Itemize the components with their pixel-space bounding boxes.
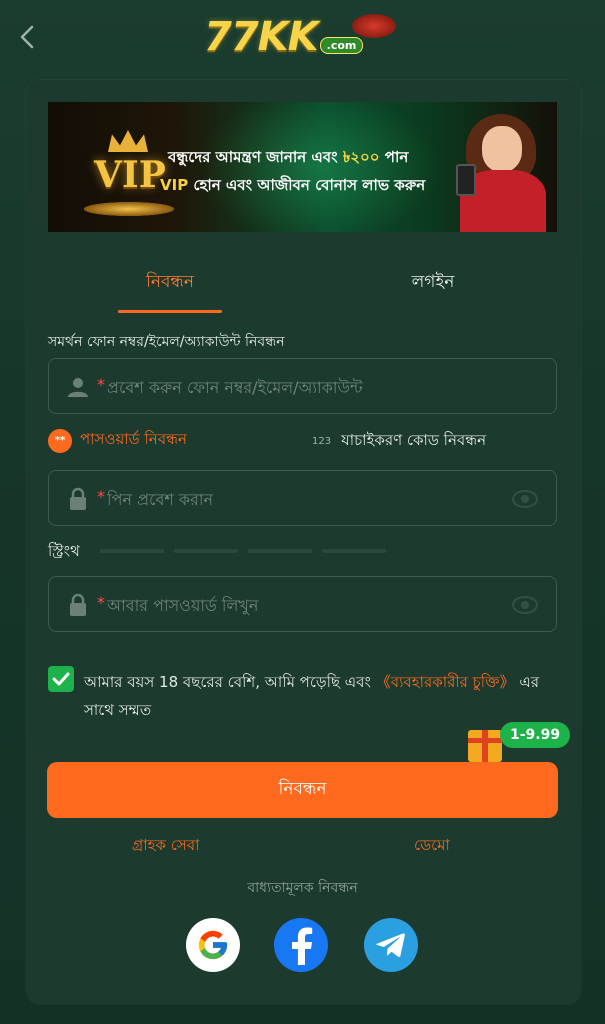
gift-promo[interactable]: 1-9.99 bbox=[468, 722, 571, 766]
banner-line-1: বন্ধুদের আমন্ত্রণ জানান এবং ৳২০০ পান bbox=[168, 146, 408, 171]
banner-line-1-suffix: পান bbox=[379, 148, 409, 166]
customer-service-link[interactable]: গ্রাহক সেবা bbox=[132, 834, 199, 859]
strength-bar bbox=[174, 549, 238, 553]
agreement-text: আমার বয়স 18 বছরের বেশি, আমি পড়েছি এবং … bbox=[84, 668, 554, 724]
eye-icon[interactable] bbox=[512, 595, 538, 615]
strength-label: স্ট্রিংথ bbox=[48, 542, 80, 560]
vip-badge: VIP bbox=[64, 124, 174, 216]
demo-link[interactable]: ডেমো bbox=[414, 834, 450, 859]
banner-character-image bbox=[452, 108, 554, 232]
social-login-row bbox=[186, 918, 420, 974]
register-mode-row: ** পাসওয়ার্ড নিবন্ধন 123 যাচাইকরণ কোড ন… bbox=[48, 428, 557, 458]
password-strength: স্ট্রিংথ bbox=[48, 540, 557, 564]
lock-icon bbox=[67, 593, 89, 617]
required-mark: * bbox=[97, 593, 105, 612]
support-label: সমর্থন ফোন নম্বর/ইমেল/অ্যাকাউন্ট নিবন্ধন bbox=[48, 334, 285, 350]
tab-register[interactable]: নিবন্ধন bbox=[118, 254, 222, 312]
agreement-row: আমার বয়স 18 বছরের বেশি, আমি পড়েছি এবং … bbox=[48, 666, 557, 726]
check-icon bbox=[52, 672, 70, 686]
back-icon bbox=[20, 25, 34, 49]
tab-login[interactable]: লগইন bbox=[378, 254, 488, 312]
banner-amount: ৳২০০ bbox=[342, 148, 380, 166]
banner-line-1-text: বন্ধুদের আমন্ত্রণ জানান এবং bbox=[168, 148, 343, 166]
social-register-label: বাধ্যতামূলক নিবন্ধন bbox=[247, 880, 358, 896]
password-register-option[interactable]: ** পাসওয়ার্ড নিবন্ধন bbox=[48, 428, 187, 453]
code-register-label: যাচাইকরণ কোড নিবন্ধন bbox=[341, 430, 487, 449]
telegram-button[interactable] bbox=[364, 918, 418, 972]
logo-domain: .com bbox=[319, 36, 364, 54]
banner-vip-word: VIP bbox=[160, 176, 189, 194]
account-input[interactable] bbox=[107, 367, 527, 407]
confirm-password-field: * bbox=[48, 576, 557, 632]
user-icon bbox=[67, 375, 89, 399]
password-dots-icon: ** bbox=[48, 428, 72, 453]
password-register-label: পাসওয়ার্ড নিবন্ধন bbox=[80, 430, 187, 448]
character-face bbox=[482, 126, 522, 172]
register-button[interactable]: নিবন্ধন bbox=[47, 762, 558, 818]
pin-field: * bbox=[48, 470, 557, 526]
code-icon: 123 bbox=[312, 435, 332, 447]
strength-bar bbox=[100, 549, 164, 553]
strength-bar bbox=[322, 549, 386, 553]
facebook-button[interactable] bbox=[274, 918, 328, 972]
pin-input[interactable] bbox=[107, 479, 527, 519]
google-button[interactable] bbox=[186, 918, 240, 972]
vip-base bbox=[84, 202, 174, 216]
agreement-body: আমার বয়স 18 বছরের বেশি, আমি পড়েছি এবং bbox=[84, 673, 376, 691]
eye-icon[interactable] bbox=[512, 489, 538, 509]
telegram-icon bbox=[376, 933, 405, 957]
banner-line-2: VIP হোন এবং আজীবন বোনাস লাভ করুন bbox=[160, 174, 425, 199]
required-mark: * bbox=[97, 487, 105, 506]
required-mark: * bbox=[97, 375, 105, 394]
strength-meter bbox=[100, 549, 386, 553]
facebook-icon bbox=[292, 927, 313, 965]
google-icon bbox=[198, 930, 228, 960]
gift-icon bbox=[468, 730, 502, 762]
strength-bar bbox=[248, 549, 312, 553]
back-button[interactable] bbox=[12, 22, 42, 52]
agree-checkbox[interactable] bbox=[48, 666, 74, 692]
dragon-icon bbox=[352, 14, 396, 38]
crown-icon bbox=[108, 130, 148, 152]
user-agreement-link[interactable]: 《ব্যবহারকারীর চুক্তি》 bbox=[376, 673, 515, 691]
logo: 77KK .com bbox=[204, 14, 396, 60]
phone-icon bbox=[456, 164, 476, 196]
gift-badge: 1-9.99 bbox=[500, 722, 571, 748]
code-register-option[interactable]: 123 যাচাইকরণ কোড নিবন্ধন bbox=[312, 428, 486, 454]
account-field: * bbox=[48, 358, 557, 414]
confirm-password-input[interactable] bbox=[107, 585, 527, 625]
auth-tabs: নিবন্ধন লগইন bbox=[48, 254, 557, 313]
logo-text: 77KK bbox=[204, 14, 319, 60]
footer-links: গ্রাহক সেবা ডেমো bbox=[48, 834, 557, 858]
lock-icon bbox=[67, 487, 89, 511]
banner-line-2-text: হোন এবং আজীবন বোনাস লাভ করুন bbox=[188, 176, 426, 194]
top-bar: 77KK .com bbox=[0, 0, 605, 78]
vip-badge-text: VIP bbox=[94, 154, 166, 196]
active-tab-indicator bbox=[118, 310, 222, 313]
